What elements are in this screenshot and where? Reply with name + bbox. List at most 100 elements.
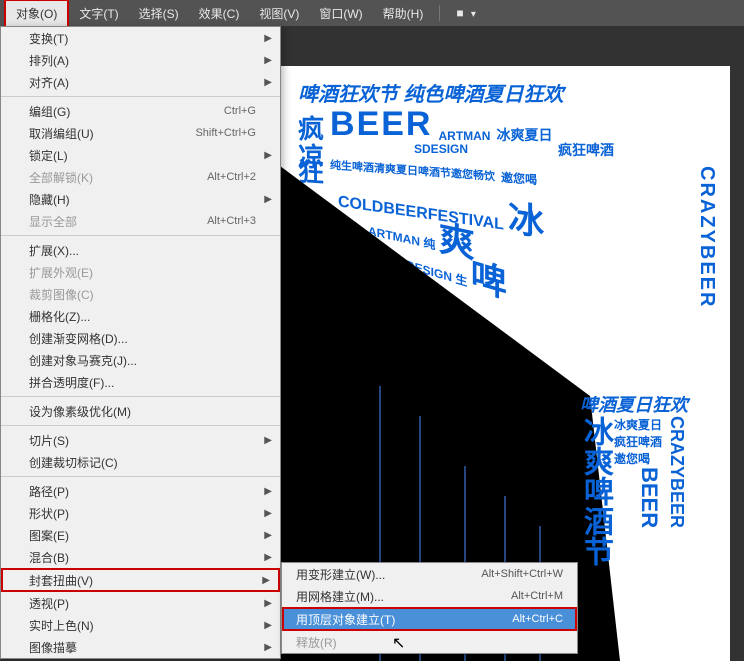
menu-effect[interactable]: 效果(C) bbox=[189, 1, 250, 26]
submenu-item-0[interactable]: 用变形建立(W)...Alt+Shift+Ctrl+W bbox=[282, 563, 577, 585]
menu-item-label: 图像描摹 bbox=[29, 639, 256, 656]
menu-item-label: 切片(S) bbox=[29, 432, 256, 449]
menu-item-label: 路径(P) bbox=[29, 483, 256, 500]
menu-item-30[interactable]: 实时上色(N) ▶ bbox=[1, 614, 280, 636]
chevron-right-icon: ▶ bbox=[262, 575, 270, 586]
menu-separator bbox=[1, 476, 280, 477]
menu-item-label: 扩展外观(E) bbox=[29, 264, 256, 281]
menu-item-26[interactable]: 图案(E) ▶ bbox=[1, 524, 280, 546]
submenu-item-shortcut: Alt+Ctrl+M bbox=[511, 590, 563, 602]
submenu-item-2[interactable]: 用顶层对象建立(T)Alt+Ctrl+C bbox=[282, 607, 577, 631]
menu-select[interactable]: 选择(S) bbox=[129, 1, 189, 26]
chevron-right-icon: ▶ bbox=[264, 508, 272, 519]
chevron-right-icon: ▶ bbox=[264, 435, 272, 446]
submenu-item-shortcut: Alt+Shift+Ctrl+W bbox=[481, 568, 563, 580]
menu-help[interactable]: 帮助(H) bbox=[373, 1, 434, 26]
menu-item-16[interactable]: 创建对象马赛克(J)... bbox=[1, 349, 280, 371]
object-menu-dropdown[interactable]: 变换(T)▶排列(A)▶对齐(A)▶编组(G)Ctrl+G取消编组(U)Shif… bbox=[0, 26, 281, 659]
submenu-item-label: 用顶层对象建立(T) bbox=[296, 611, 512, 628]
menu-item-31[interactable]: 图像描摹 ▶ bbox=[1, 636, 280, 658]
menu-item-17[interactable]: 拼合透明度(F)... bbox=[1, 371, 280, 393]
menu-item-5[interactable]: 取消编组(U)Shift+Ctrl+G bbox=[1, 122, 280, 144]
menu-item-label: 栅格化(Z)... bbox=[29, 308, 256, 325]
menu-item-label: 锁定(L) bbox=[29, 147, 256, 164]
toolbar-essentials[interactable]: ■ ▾ bbox=[446, 2, 486, 24]
menu-separator bbox=[1, 96, 280, 97]
menu-separator bbox=[1, 235, 280, 236]
menu-item-label: 创建裁切标记(C) bbox=[29, 454, 256, 471]
menu-item-label: 创建渐变网格(D)... bbox=[29, 330, 256, 347]
menu-item-22[interactable]: 创建裁切标记(C) bbox=[1, 451, 280, 473]
menu-item-label: 变换(T) bbox=[29, 30, 256, 47]
menu-item-4[interactable]: 编组(G)Ctrl+G bbox=[1, 100, 280, 122]
submenu-item-label: 用变形建立(W)... bbox=[296, 566, 481, 583]
menu-separator bbox=[1, 425, 280, 426]
submenu-item-label: 释放(R) bbox=[296, 634, 563, 651]
menu-item-12: 扩展外观(E) bbox=[1, 261, 280, 283]
submenu-item-label: 用网格建立(M)... bbox=[296, 588, 511, 605]
menu-item-label: 显示全部 bbox=[29, 213, 207, 230]
menu-item-label: 形状(P) bbox=[29, 505, 256, 522]
menu-item-13: 裁剪图像(C) bbox=[1, 283, 280, 305]
menu-item-14[interactable]: 栅格化(Z)... bbox=[1, 305, 280, 327]
chevron-right-icon: ▶ bbox=[264, 150, 272, 161]
menu-item-label: 隐藏(H) bbox=[29, 191, 256, 208]
menu-item-2[interactable]: 对齐(A) ▶ bbox=[1, 71, 280, 93]
cursor-icon: ↖ bbox=[392, 633, 405, 653]
menu-item-label: 创建对象马赛克(J)... bbox=[29, 352, 256, 369]
menu-item-label: 扩展(X)... bbox=[29, 242, 256, 259]
menu-item-label: 实时上色(N) bbox=[29, 617, 256, 634]
menu-item-label: 取消编组(U) bbox=[29, 125, 195, 142]
menu-item-19[interactable]: 设为像素级优化(M) bbox=[1, 400, 280, 422]
menu-item-label: 混合(B) bbox=[29, 549, 256, 566]
menu-item-27[interactable]: 混合(B) ▶ bbox=[1, 546, 280, 568]
menu-view[interactable]: 视图(V) bbox=[249, 1, 309, 26]
menu-item-shortcut: Ctrl+G bbox=[224, 105, 256, 117]
submenu-item-1[interactable]: 用网格建立(M)...Alt+Ctrl+M bbox=[282, 585, 577, 607]
menu-item-label: 拼合透明度(F)... bbox=[29, 374, 256, 391]
menu-item-shortcut: Alt+Ctrl+2 bbox=[207, 171, 256, 183]
submenu-item-3: 释放(R) bbox=[282, 631, 577, 653]
menubar: 对象(O) 文字(T) 选择(S) 效果(C) 视图(V) 窗口(W) 帮助(H… bbox=[0, 0, 744, 26]
menu-item-label: 设为像素级优化(M) bbox=[29, 403, 256, 420]
menu-item-0[interactable]: 变换(T) ▶ bbox=[1, 27, 280, 49]
chevron-right-icon: ▶ bbox=[264, 620, 272, 631]
menu-object[interactable]: 对象(O) bbox=[4, 0, 69, 28]
menu-separator bbox=[1, 396, 280, 397]
menu-item-9: 显示全部Alt+Ctrl+3 bbox=[1, 210, 280, 232]
menu-item-label: 封套扭曲(V) bbox=[29, 572, 256, 589]
menu-item-8[interactable]: 隐藏(H) ▶ bbox=[1, 188, 280, 210]
menu-item-label: 透视(P) bbox=[29, 595, 256, 612]
menu-item-label: 裁剪图像(C) bbox=[29, 286, 256, 303]
menu-item-6[interactable]: 锁定(L) ▶ bbox=[1, 144, 280, 166]
chevron-right-icon: ▶ bbox=[264, 530, 272, 541]
menu-item-25[interactable]: 形状(P) ▶ bbox=[1, 502, 280, 524]
menubar-divider bbox=[439, 5, 440, 21]
chevron-right-icon: ▶ bbox=[264, 642, 272, 653]
submenu-item-shortcut: Alt+Ctrl+C bbox=[512, 613, 563, 625]
chevron-right-icon: ▶ bbox=[264, 33, 272, 44]
menu-item-label: 对齐(A) bbox=[29, 74, 256, 91]
chevron-right-icon: ▶ bbox=[264, 486, 272, 497]
menu-item-29[interactable]: 透视(P) ▶ bbox=[1, 592, 280, 614]
menu-text[interactable]: 文字(T) bbox=[69, 1, 128, 26]
chevron-right-icon: ▶ bbox=[264, 194, 272, 205]
menu-item-label: 全部解锁(K) bbox=[29, 169, 207, 186]
chevron-right-icon: ▶ bbox=[264, 77, 272, 88]
menu-item-7: 全部解锁(K)Alt+Ctrl+2 bbox=[1, 166, 280, 188]
chevron-right-icon: ▶ bbox=[264, 598, 272, 609]
menu-item-shortcut: Alt+Ctrl+3 bbox=[207, 215, 256, 227]
menu-item-11[interactable]: 扩展(X)... bbox=[1, 239, 280, 261]
menu-item-label: 图案(E) bbox=[29, 527, 256, 544]
menu-item-28[interactable]: 封套扭曲(V) ▶ bbox=[1, 568, 280, 592]
chevron-right-icon: ▶ bbox=[264, 552, 272, 563]
chevron-right-icon: ▶ bbox=[264, 55, 272, 66]
menu-item-24[interactable]: 路径(P) ▶ bbox=[1, 480, 280, 502]
menu-item-label: 编组(G) bbox=[29, 103, 224, 120]
menu-item-15[interactable]: 创建渐变网格(D)... bbox=[1, 327, 280, 349]
menu-item-1[interactable]: 排列(A)▶ bbox=[1, 49, 280, 71]
menu-item-21[interactable]: 切片(S) ▶ bbox=[1, 429, 280, 451]
envelope-distort-submenu[interactable]: 用变形建立(W)...Alt+Shift+Ctrl+W用网格建立(M)...Al… bbox=[281, 562, 578, 654]
menu-item-shortcut: Shift+Ctrl+G bbox=[195, 127, 256, 139]
menu-window[interactable]: 窗口(W) bbox=[309, 1, 372, 26]
